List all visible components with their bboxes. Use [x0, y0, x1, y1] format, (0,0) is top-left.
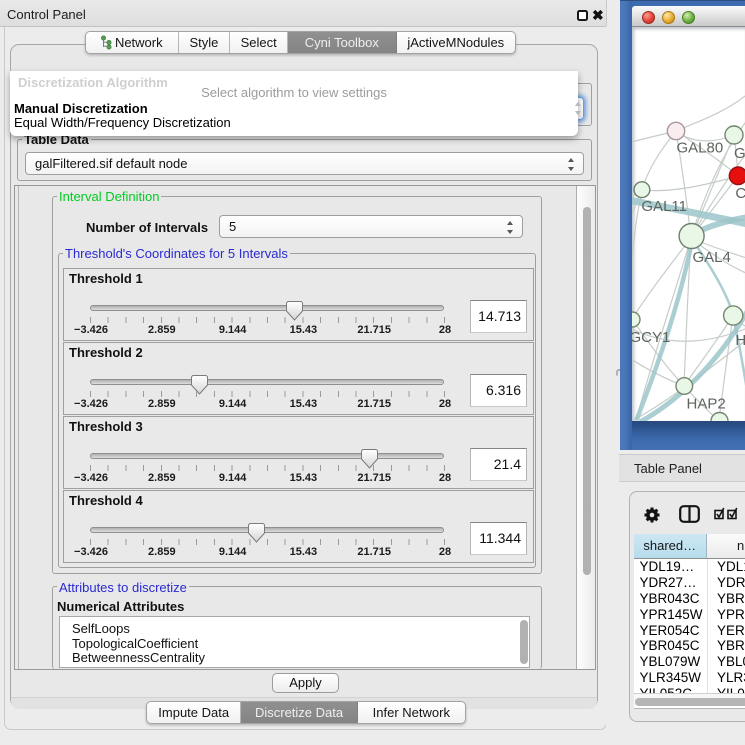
- svg-text:GAL4: GAL4: [692, 249, 730, 266]
- svg-text:GAL: GAL: [734, 145, 745, 162]
- svg-text:GCY1: GCY1: [632, 329, 670, 346]
- svg-text:GAL11: GAL11: [641, 198, 687, 215]
- svg-text:CO: CO: [735, 185, 745, 202]
- svg-text:HAP2: HAP2: [686, 396, 725, 413]
- svg-text:H: H: [735, 332, 745, 349]
- svg-text:GAL80: GAL80: [676, 140, 723, 157]
